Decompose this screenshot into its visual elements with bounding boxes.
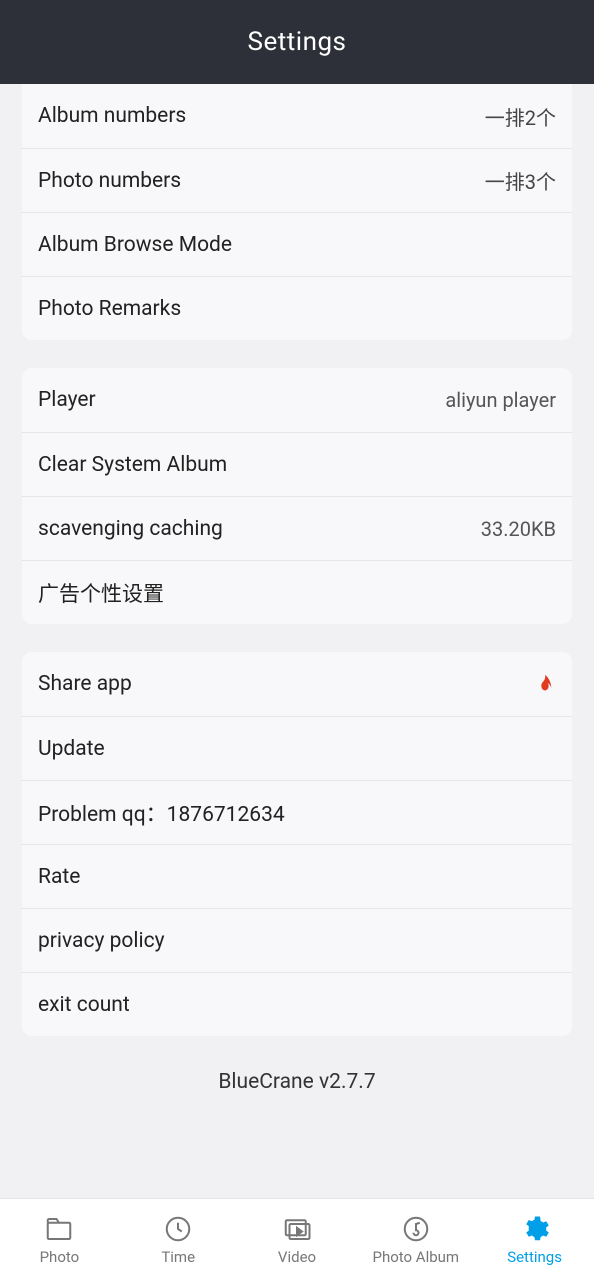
bottom-tabbar: Photo Time Video Photo Album Settings bbox=[0, 1198, 594, 1280]
clock-icon bbox=[163, 1214, 193, 1244]
app-version: BlueCrane v2.7.7 bbox=[0, 1070, 594, 1094]
tab-label: Photo bbox=[40, 1248, 80, 1266]
page-title: Settings bbox=[0, 0, 594, 84]
row-rate[interactable]: Rate bbox=[22, 844, 572, 908]
tab-time[interactable]: Time bbox=[119, 1199, 238, 1280]
tab-label: Photo Album bbox=[372, 1248, 459, 1266]
row-label: Photo Remarks bbox=[38, 297, 181, 321]
row-cache[interactable]: scavenging caching 33.20KB bbox=[22, 496, 572, 560]
music-icon bbox=[401, 1214, 431, 1244]
row-photo-numbers[interactable]: Photo numbers 一排3个 bbox=[22, 148, 572, 212]
row-clear-album[interactable]: Clear System Album bbox=[22, 432, 572, 496]
row-label: Update bbox=[38, 737, 105, 761]
row-label: Problem qq：1876712634 bbox=[38, 798, 285, 828]
row-label: Photo numbers bbox=[38, 169, 181, 193]
tab-label: Settings bbox=[507, 1248, 562, 1266]
row-problem-qq[interactable]: Problem qq：1876712634 bbox=[22, 780, 572, 844]
tab-photo[interactable]: Photo bbox=[0, 1199, 119, 1280]
row-value: 33.20KB bbox=[481, 517, 556, 541]
row-label: Player bbox=[38, 388, 96, 412]
settings-content: Album numbers 一排2个 Photo numbers 一排3个 Al… bbox=[0, 84, 594, 1198]
row-label: scavenging caching bbox=[38, 517, 223, 541]
row-exit-count[interactable]: exit count bbox=[22, 972, 572, 1036]
settings-group-layout: Album numbers 一排2个 Photo numbers 一排3个 Al… bbox=[22, 84, 572, 340]
row-label: privacy policy bbox=[38, 929, 165, 953]
row-browse-mode[interactable]: Album Browse Mode bbox=[22, 212, 572, 276]
row-label: Clear System Album bbox=[38, 453, 227, 477]
folder-icon bbox=[44, 1214, 74, 1244]
tab-settings[interactable]: Settings bbox=[475, 1199, 594, 1280]
row-player[interactable]: Player aliyun player bbox=[22, 368, 572, 432]
row-value: 一排2个 bbox=[485, 102, 556, 131]
row-photo-remarks[interactable]: Photo Remarks bbox=[22, 276, 572, 340]
row-label: Rate bbox=[38, 865, 80, 889]
row-value: 一排3个 bbox=[485, 166, 556, 195]
tab-label: Video bbox=[278, 1248, 316, 1266]
row-label: exit count bbox=[38, 993, 130, 1017]
row-album-numbers[interactable]: Album numbers 一排2个 bbox=[22, 84, 572, 148]
video-icon bbox=[282, 1214, 312, 1244]
tab-photo-album[interactable]: Photo Album bbox=[356, 1199, 475, 1280]
fire-icon bbox=[534, 673, 556, 695]
row-label: 广告个性设置 bbox=[38, 578, 164, 608]
settings-group-about: Share app Update Problem qq：1876712634 R… bbox=[22, 652, 572, 1036]
row-label: Album Browse Mode bbox=[38, 233, 232, 257]
gear-icon bbox=[520, 1214, 550, 1244]
row-share-app[interactable]: Share app bbox=[22, 652, 572, 716]
settings-group-system: Player aliyun player Clear System Album … bbox=[22, 368, 572, 624]
tab-label: Time bbox=[161, 1248, 195, 1266]
row-label: Share app bbox=[38, 672, 132, 696]
row-ad-settings[interactable]: 广告个性设置 bbox=[22, 560, 572, 624]
row-value: aliyun player bbox=[445, 388, 556, 412]
row-privacy[interactable]: privacy policy bbox=[22, 908, 572, 972]
row-label: Album numbers bbox=[38, 104, 186, 128]
tab-video[interactable]: Video bbox=[238, 1199, 357, 1280]
row-update[interactable]: Update bbox=[22, 716, 572, 780]
